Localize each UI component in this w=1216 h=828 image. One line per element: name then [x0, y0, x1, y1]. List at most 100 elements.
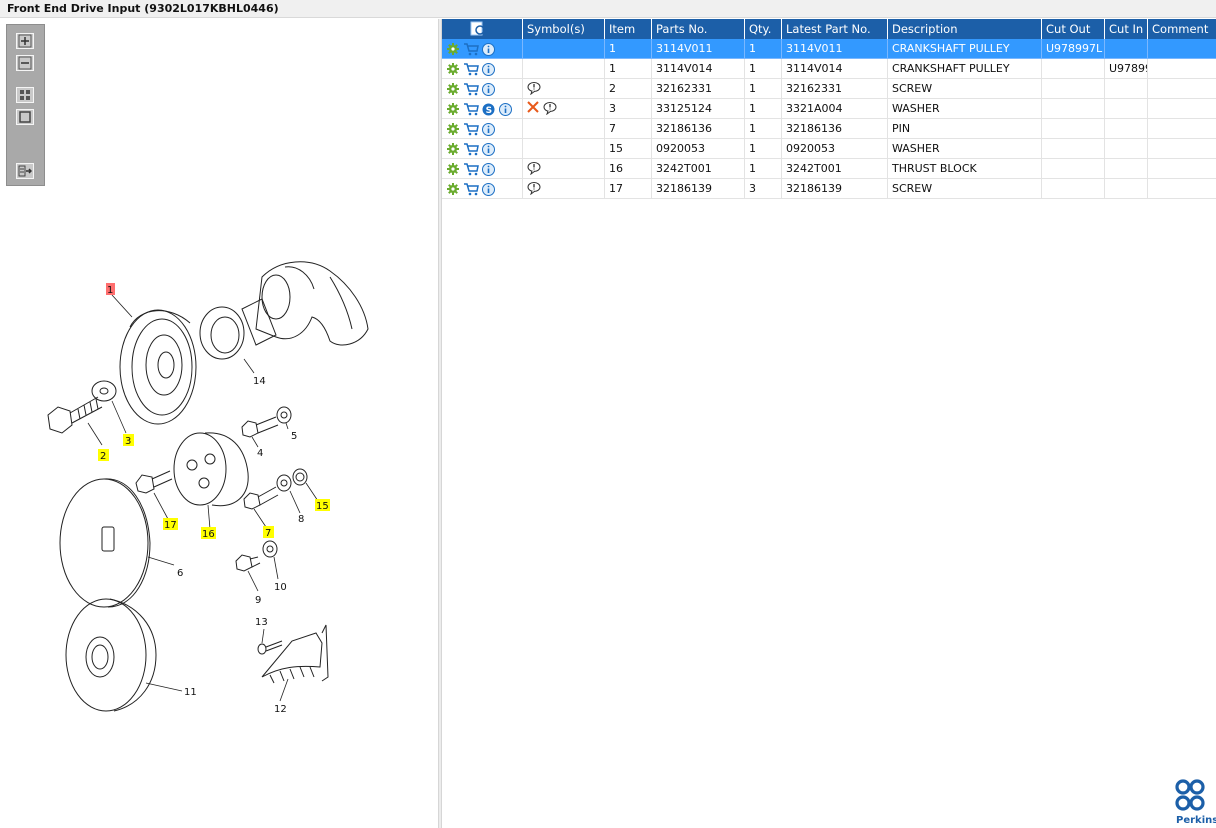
cell-item: 2 [605, 79, 652, 99]
exploded-parts-diagram[interactable]: 1 2 3 4 5 6 7 8 9 10 11 12 13 14 15 16 1… [30, 237, 390, 717]
cart-icon[interactable] [464, 83, 479, 96]
header-actions[interactable] [442, 19, 523, 39]
svg-text:12: 12 [274, 704, 287, 715]
comment-icon[interactable] [527, 181, 541, 195]
callout-10[interactable]: 10 [274, 582, 287, 593]
info-icon[interactable] [482, 163, 495, 176]
table-header: Symbol(s) Item Parts No. Qty. Latest Par… [442, 19, 1216, 39]
table-row[interactable]: 16 3242T001 1 3242T001 THRUST BLOCK [442, 159, 1216, 179]
cart-icon[interactable] [464, 163, 479, 176]
svg-text:16: 16 [202, 529, 215, 540]
info-icon[interactable] [482, 43, 495, 56]
cell-qty: 1 [745, 139, 782, 159]
bracket-12-drawing [261, 624, 329, 684]
fit-all-button[interactable] [16, 87, 34, 103]
cart-icon[interactable] [464, 43, 479, 56]
zoom-out-button[interactable] [16, 55, 34, 71]
info-icon[interactable] [482, 183, 495, 196]
callout-12[interactable]: 12 [274, 704, 287, 715]
cell-comment [1148, 139, 1216, 159]
callout-11[interactable]: 11 [184, 687, 197, 698]
cell-latest-part-no: 0920053 [782, 139, 888, 159]
cell-description: WASHER [888, 99, 1042, 119]
gear-icon[interactable] [447, 43, 459, 55]
bolt-2-drawing [47, 396, 103, 434]
callout-2[interactable]: 2 [98, 449, 109, 462]
callout-9[interactable]: 9 [255, 595, 261, 606]
fit-window-button[interactable] [16, 109, 34, 125]
header-item[interactable]: Item [605, 19, 652, 39]
table-row[interactable]: S 3 33125124 1 3321A004 WASHER [442, 99, 1216, 119]
svg-text:13: 13 [255, 617, 268, 628]
cell-part-no: 32186139 [652, 179, 745, 199]
cell-cut-in [1105, 139, 1148, 159]
gear-icon[interactable] [447, 163, 459, 175]
s-badge-icon[interactable]: S [482, 103, 495, 116]
cell-part-no: 3242T001 [652, 159, 745, 179]
cart-icon[interactable] [464, 183, 479, 196]
callout-4[interactable]: 4 [257, 448, 263, 459]
cell-latest-part-no: 3114V014 [782, 59, 888, 79]
cell-comment [1148, 159, 1216, 179]
cart-icon[interactable] [464, 63, 479, 76]
callout-1[interactable]: 1 [106, 283, 115, 296]
gear-icon[interactable] [447, 183, 459, 195]
gear-icon[interactable] [447, 143, 459, 155]
info-icon[interactable] [482, 63, 495, 76]
callout-5[interactable]: 5 [291, 431, 297, 442]
callout-8[interactable]: 8 [298, 514, 304, 525]
header-qty[interactable]: Qty. [745, 19, 782, 39]
info-icon[interactable] [482, 123, 495, 136]
export-button[interactable] [16, 163, 34, 179]
row-symbols [523, 59, 605, 79]
cell-description: CRANKSHAFT PULLEY [888, 39, 1042, 59]
header-comment[interactable]: Comment [1148, 19, 1216, 39]
cell-cut-in [1105, 39, 1148, 59]
info-icon[interactable] [482, 143, 495, 156]
info-icon[interactable] [482, 83, 495, 96]
gear-icon[interactable] [447, 103, 459, 115]
callout-17[interactable]: 17 [163, 518, 178, 531]
cross-icon[interactable] [527, 101, 539, 113]
header-cut-in[interactable]: Cut In [1105, 19, 1148, 39]
search-list-icon[interactable] [470, 21, 488, 37]
cell-latest-part-no: 3321A004 [782, 99, 888, 119]
table-row[interactable]: 1 3114V011 1 3114V011 CRANKSHAFT PULLEY U9789… [442, 39, 1216, 59]
header-description[interactable]: Description [888, 19, 1042, 39]
table-row[interactable]: 15 0920053 1 0920053 WASHER [442, 139, 1216, 159]
comment-icon[interactable] [543, 101, 557, 115]
header-latest-part-no[interactable]: Latest Part No. [782, 19, 888, 39]
table-row[interactable]: 2 32162331 1 32162331 SCREW [442, 79, 1216, 99]
cart-icon[interactable] [464, 143, 479, 156]
cart-icon[interactable] [464, 103, 479, 116]
svg-text:14: 14 [253, 376, 266, 387]
header-parts-no[interactable]: Parts No. [652, 19, 745, 39]
diagram-pane[interactable]: 1 2 3 4 5 6 7 8 9 10 11 12 13 14 15 16 1… [0, 19, 438, 828]
cell-cut-in [1105, 159, 1148, 179]
zoom-in-button[interactable] [16, 33, 34, 49]
table-row[interactable]: 17 32186139 3 32186139 SCREW [442, 179, 1216, 199]
cell-item: 3 [605, 99, 652, 119]
comment-icon[interactable] [527, 161, 541, 175]
info-icon[interactable] [499, 103, 512, 116]
callout-3[interactable]: 3 [123, 434, 134, 447]
cell-comment [1148, 79, 1216, 99]
header-cut-out[interactable]: Cut Out [1042, 19, 1105, 39]
gear-icon[interactable] [447, 83, 459, 95]
cart-icon[interactable] [464, 123, 479, 136]
parts-table: Symbol(s) Item Parts No. Qty. Latest Par… [442, 19, 1216, 828]
gear-icon[interactable] [447, 123, 459, 135]
callout-14[interactable]: 14 [253, 376, 266, 387]
comment-icon[interactable] [527, 81, 541, 95]
cell-item: 17 [605, 179, 652, 199]
callout-6[interactable]: 6 [177, 568, 183, 579]
table-row[interactable]: 1 3114V014 1 3114V014 CRANKSHAFT PULLEY U9789… [442, 59, 1216, 79]
table-row[interactable]: 7 32186136 1 32186136 PIN [442, 119, 1216, 139]
callout-7[interactable]: 7 [263, 526, 274, 539]
header-symbols[interactable]: Symbol(s) [523, 19, 605, 39]
callout-16[interactable]: 16 [201, 527, 216, 540]
callout-13[interactable]: 13 [255, 617, 268, 628]
svg-text:7: 7 [265, 528, 271, 539]
callout-15[interactable]: 15 [315, 499, 330, 512]
gear-icon[interactable] [447, 63, 459, 75]
